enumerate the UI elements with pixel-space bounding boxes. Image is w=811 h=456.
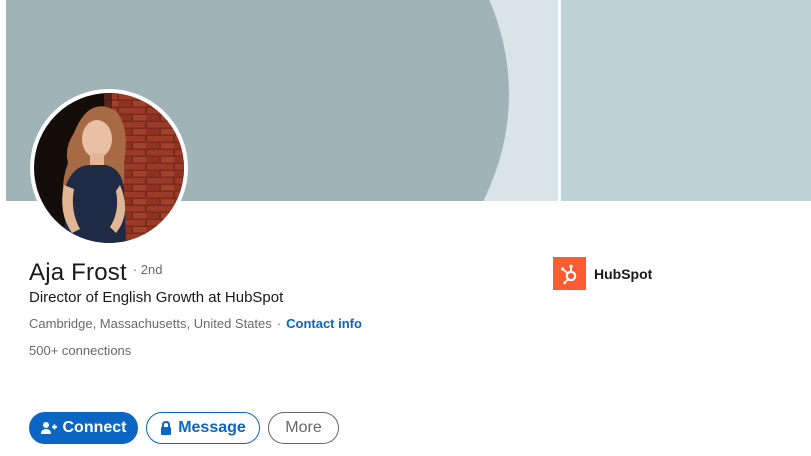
hubspot-sprocket-icon bbox=[553, 257, 586, 290]
profile-headline: Director of English Growth at HubSpot bbox=[29, 289, 284, 306]
banner-divider bbox=[558, 0, 561, 201]
profile-card: Aja Frost · 2nd Director of English Grow… bbox=[0, 0, 811, 456]
company-name: HubSpot bbox=[594, 265, 653, 282]
connections-count[interactable]: 500+ connections bbox=[29, 343, 131, 358]
connect-button-label: Connect bbox=[62, 419, 127, 436]
profile-avatar[interactable] bbox=[30, 89, 188, 247]
name-row: Aja Frost · 2nd bbox=[29, 259, 162, 287]
location-separator: · bbox=[276, 316, 282, 331]
message-button-label: Message bbox=[178, 419, 246, 436]
connect-button[interactable]: Connect bbox=[29, 412, 138, 444]
contact-info-link[interactable]: Contact info bbox=[286, 316, 362, 331]
add-person-icon bbox=[40, 421, 57, 435]
current-company[interactable]: HubSpot bbox=[553, 257, 652, 290]
profile-location: Cambridge, Massachusetts, United States bbox=[29, 316, 272, 331]
avatar-photo bbox=[34, 93, 184, 243]
left-edge bbox=[0, 0, 6, 456]
more-button[interactable]: More bbox=[268, 412, 339, 444]
connection-degree: · 2nd bbox=[132, 262, 163, 277]
location-row: Cambridge, Massachusetts, United States … bbox=[29, 316, 362, 331]
more-button-label: More bbox=[285, 419, 322, 436]
profile-actions: Connect Message More bbox=[29, 412, 347, 444]
message-button[interactable]: Message bbox=[146, 412, 260, 444]
lock-icon bbox=[160, 420, 172, 436]
profile-name: Aja Frost bbox=[29, 259, 127, 286]
